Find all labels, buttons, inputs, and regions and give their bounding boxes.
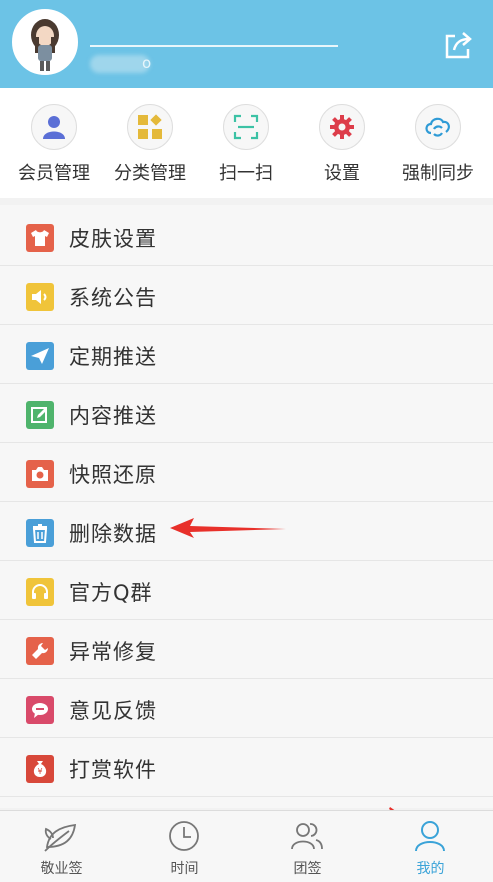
quick-member-management[interactable]: 会员管理 [4, 88, 104, 198]
user-avatar[interactable] [12, 9, 78, 75]
tab-label: 团签 [293, 861, 322, 877]
money-bag-icon: ¥ [26, 755, 54, 783]
speaker-icon [26, 283, 54, 311]
username-text: o [142, 54, 152, 72]
quick-settings[interactable]: 设置 [292, 88, 392, 198]
tab-time[interactable]: 时间 [123, 811, 246, 882]
quick-scan[interactable]: 扫一扫 [196, 88, 296, 198]
menu-label: 快照还原 [69, 463, 157, 487]
trash-icon [26, 519, 54, 547]
quick-label: 强制同步 [402, 163, 474, 184]
svg-text:¥: ¥ [37, 767, 42, 776]
menu-item-skin-settings[interactable]: 皮肤设置 [0, 207, 493, 266]
quick-category-management[interactable]: 分类管理 [100, 88, 200, 198]
tab-mine[interactable]: 我的 [369, 811, 492, 882]
paper-plane-icon [26, 342, 54, 370]
camera-icon [26, 460, 54, 488]
quick-force-sync[interactable]: 强制同步 [388, 88, 488, 198]
menu-label: 删除数据 [69, 522, 157, 546]
share-icon [445, 32, 472, 59]
menu-label: 异常修复 [69, 640, 157, 664]
quick-actions: 会员管理 分类管理 扫一扫 设置 强制同步 [0, 88, 493, 198]
menu-label: 皮肤设置 [69, 227, 157, 251]
menu-item-official-qq-group[interactable]: 官方Q群 [0, 561, 493, 620]
menu-item-system-notice[interactable]: 系统公告 [0, 266, 493, 325]
bottom-tab-bar: 敬业签 时间 团签 我的 [0, 810, 493, 882]
headset-icon [26, 578, 54, 606]
menu-label: 内容推送 [69, 404, 157, 428]
menu-label: 定期推送 [69, 345, 157, 369]
edit-icon [26, 401, 54, 429]
menu-item-snapshot-restore[interactable]: 快照还原 [0, 443, 493, 502]
menu-label: 官方Q群 [69, 581, 153, 605]
chat-icon [26, 696, 54, 724]
menu-item-content-push[interactable]: 内容推送 [0, 384, 493, 443]
menu-item-feedback[interactable]: 意见反馈 [0, 679, 493, 738]
quick-label: 会员管理 [18, 163, 90, 184]
category-icon [127, 104, 173, 150]
username-underline [90, 45, 338, 47]
sync-icon [415, 104, 461, 150]
profile-header: o [0, 0, 493, 88]
menu-label: 意见反馈 [69, 699, 157, 723]
menu-item-scheduled-push[interactable]: 定期推送 [0, 325, 493, 384]
tab-label: 时间 [170, 861, 199, 877]
share-button[interactable] [440, 28, 476, 64]
quick-label: 分类管理 [114, 163, 186, 184]
gear-icon [319, 104, 365, 150]
annotation-arrow [170, 518, 286, 538]
wrench-icon [26, 637, 54, 665]
shirt-icon [26, 224, 54, 252]
member-icon [31, 104, 77, 150]
menu-label: 打赏软件 [69, 758, 157, 782]
scan-icon [223, 104, 269, 150]
quick-label: 设置 [324, 163, 360, 184]
tab-label: 我的 [416, 861, 445, 877]
username-redacted [90, 55, 150, 73]
tab-team[interactable]: 团签 [246, 811, 369, 882]
settings-menu: 皮肤设置 系统公告 定期推送 内容推送 快照还原 删除数据 官方Q群 异常修复 … [0, 205, 493, 808]
tab-jingyeqian[interactable]: 敬业签 [0, 811, 123, 882]
leaf-icon [44, 823, 77, 852]
group-icon [291, 823, 323, 850]
menu-label: 系统公告 [69, 286, 157, 310]
menu-item-fix-anomaly[interactable]: 异常修复 [0, 620, 493, 679]
tab-label: 敬业签 [40, 861, 83, 877]
quick-label: 扫一扫 [219, 163, 273, 184]
person-icon [415, 821, 445, 852]
menu-item-tip-software[interactable]: ¥ 打赏软件 [0, 738, 493, 797]
clock-icon [169, 821, 199, 851]
